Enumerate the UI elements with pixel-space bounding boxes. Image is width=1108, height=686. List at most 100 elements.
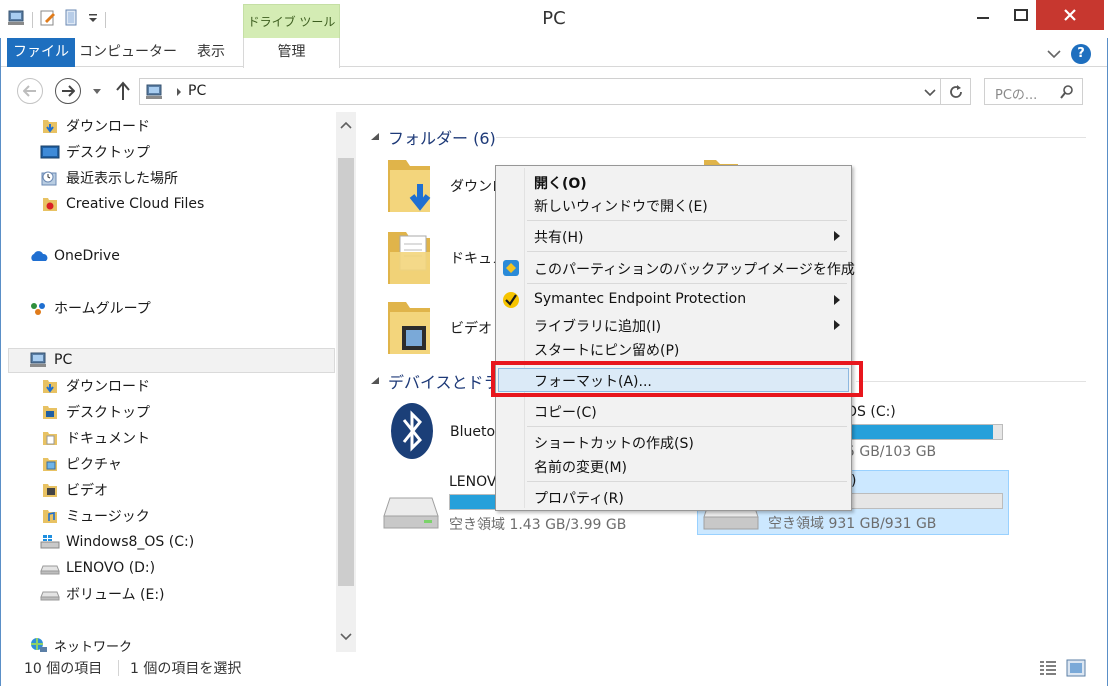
menu-item-copy[interactable]: コピー(C) (498, 399, 849, 423)
minimize-button[interactable] (960, 0, 1006, 30)
menu-item-symantec[interactable]: Symantec Endpoint Protection (498, 288, 849, 312)
nav-item-label: ビデオ (66, 483, 108, 499)
nav-item-pc-music[interactable]: ミュージック (40, 504, 150, 528)
menu-item-open-new-window[interactable]: 新しいウィンドウで開く(E) (498, 193, 849, 217)
breadcrumb-pc[interactable]: PC (188, 83, 206, 99)
window-title: PC (542, 8, 566, 29)
scroll-up-button[interactable] (336, 118, 356, 132)
homegroup-icon (28, 298, 48, 318)
chevron-down-icon (340, 633, 352, 641)
music-folder-icon (40, 506, 60, 526)
format-highlight-box (491, 361, 863, 397)
properties-icon[interactable] (39, 9, 57, 31)
title-bar: PC (0, 0, 1108, 38)
nav-item-drive-c[interactable]: Windows8_OS (C:) (40, 530, 194, 554)
refresh-button[interactable] (941, 78, 971, 105)
search-placeholder: PCの... (995, 88, 1038, 103)
drive-icon (40, 558, 60, 578)
videos-folder-icon (40, 480, 60, 500)
tab-computer[interactable]: コンピューター (78, 38, 178, 67)
nav-item-label: ドキュメント (66, 431, 150, 447)
scroll-down-button[interactable] (336, 630, 356, 644)
symantec-icon (503, 292, 519, 308)
menu-item-open[interactable]: 開く(O) (498, 170, 849, 194)
recent-locations-dropdown[interactable] (90, 84, 104, 98)
drive-tools-context-band: ドライブ ツール (243, 4, 340, 38)
menu-item-label: 開く(O) (534, 176, 587, 192)
nav-item-homegroup[interactable]: ホームグループ (28, 296, 151, 320)
forward-button[interactable] (55, 78, 81, 104)
nav-item-pc-desktop[interactable]: デスクトップ (40, 400, 150, 424)
tab-file[interactable]: ファイル (7, 38, 75, 67)
arrow-left-icon (23, 85, 36, 97)
nav-item-pc-pictures[interactable]: ピクチャ (40, 452, 122, 476)
breadcrumb-chevron-icon[interactable] (174, 84, 184, 100)
close-button[interactable] (1036, 0, 1104, 30)
capacity-bar-c (846, 424, 1003, 440)
tab-view[interactable]: 表示 (185, 38, 237, 67)
minimize-icon (977, 17, 989, 19)
nav-item-recent-places[interactable]: 最近表示した場所 (40, 166, 178, 190)
submenu-arrow-icon (834, 320, 840, 330)
folders-group-header[interactable]: フォルダー (6) (370, 126, 496, 148)
nav-item-label: ボリューム (E:) (66, 587, 165, 603)
menu-separator (527, 283, 847, 284)
device-label: Blueto (450, 424, 496, 440)
nav-item-drive-e[interactable]: ボリューム (E:) (40, 582, 165, 606)
maximize-button[interactable] (1006, 0, 1036, 30)
help-icon[interactable]: ? (1071, 44, 1091, 64)
menu-item-create-shortcut[interactable]: ショートカットの作成(S) (498, 430, 849, 454)
qat-customize-icon[interactable] (87, 11, 99, 29)
nav-item-pc-documents[interactable]: ドキュメント (40, 426, 150, 450)
menu-item-add-to-library[interactable]: ライブラリに追加(I) (498, 313, 849, 337)
context-menu: 開く(O) 新しいウィンドウで開く(E) 共有(H) このパーティションのバック… (495, 165, 855, 511)
nav-item-downloads[interactable]: ダウンロード (40, 114, 150, 138)
nav-item-pc-videos[interactable]: ビデオ (40, 478, 108, 502)
menu-item-share[interactable]: 共有(H) (498, 224, 849, 248)
arrow-right-icon (62, 85, 75, 97)
nav-item-onedrive[interactable]: OneDrive (28, 244, 120, 268)
nav-scrollbar[interactable] (336, 112, 356, 652)
menu-item-pin-to-start[interactable]: スタートにピン留め(P) (498, 337, 849, 361)
search-icon[interactable] (1059, 84, 1075, 100)
new-folder-icon[interactable] (63, 9, 81, 31)
drive-free-space: 5 GB/103 GB (846, 444, 937, 460)
menu-separator (527, 220, 847, 221)
ribbon-expand-button[interactable] (1044, 44, 1064, 64)
nav-item-creative-cloud[interactable]: Creative Cloud Files (40, 192, 204, 216)
nav-item-pc[interactable]: PC (28, 348, 72, 372)
back-button[interactable] (17, 78, 43, 104)
nav-item-label: ピクチャ (66, 457, 122, 473)
collapse-triangle-icon (371, 377, 379, 384)
tab-manage[interactable]: 管理 (243, 38, 340, 68)
nav-item-pc-downloads[interactable]: ダウンロード (40, 374, 150, 398)
bluetooth-icon (391, 403, 433, 459)
nav-item-label: LENOVO (D:) (66, 560, 156, 576)
search-input[interactable]: PCの... (984, 78, 1083, 105)
menu-separator (527, 481, 847, 482)
drive-icon (40, 584, 60, 604)
status-item-count: 10 個の項目 (24, 661, 103, 677)
menu-item-rename[interactable]: 名前の変更(M) (498, 454, 849, 478)
drive-tile-c[interactable]: OS (C:) 5 GB/103 GB (846, 402, 1006, 466)
scroll-thumb[interactable] (338, 158, 354, 586)
up-button[interactable] (113, 80, 133, 102)
chevron-down-icon (924, 89, 936, 97)
nav-item-desktop[interactable]: デスクトップ (40, 140, 150, 164)
menu-item-backup-image[interactable]: このパーティションのバックアップイメージを作成 (498, 256, 855, 280)
drive-free-space: 空き領域 931 GB/931 GB (768, 516, 937, 532)
address-bar[interactable]: PC (139, 78, 941, 105)
nav-item-label: Creative Cloud Files (66, 196, 205, 212)
address-history-dropdown[interactable] (922, 84, 938, 100)
menu-item-label: ライブラリに追加(I) (534, 319, 662, 335)
large-icons-view-icon[interactable] (1066, 659, 1086, 677)
quick-access-toolbar (6, 9, 106, 31)
nav-item-drive-d[interactable]: LENOVO (D:) (40, 556, 155, 580)
details-view-icon[interactable] (1038, 659, 1058, 677)
videos-folder-icon (388, 302, 430, 354)
capacity-bar-e (851, 493, 1003, 509)
drive-label: OS (C:) (846, 404, 896, 420)
close-icon (1064, 9, 1076, 21)
menu-item-properties[interactable]: プロパティ(R) (498, 485, 849, 509)
qat-divider (32, 12, 33, 28)
